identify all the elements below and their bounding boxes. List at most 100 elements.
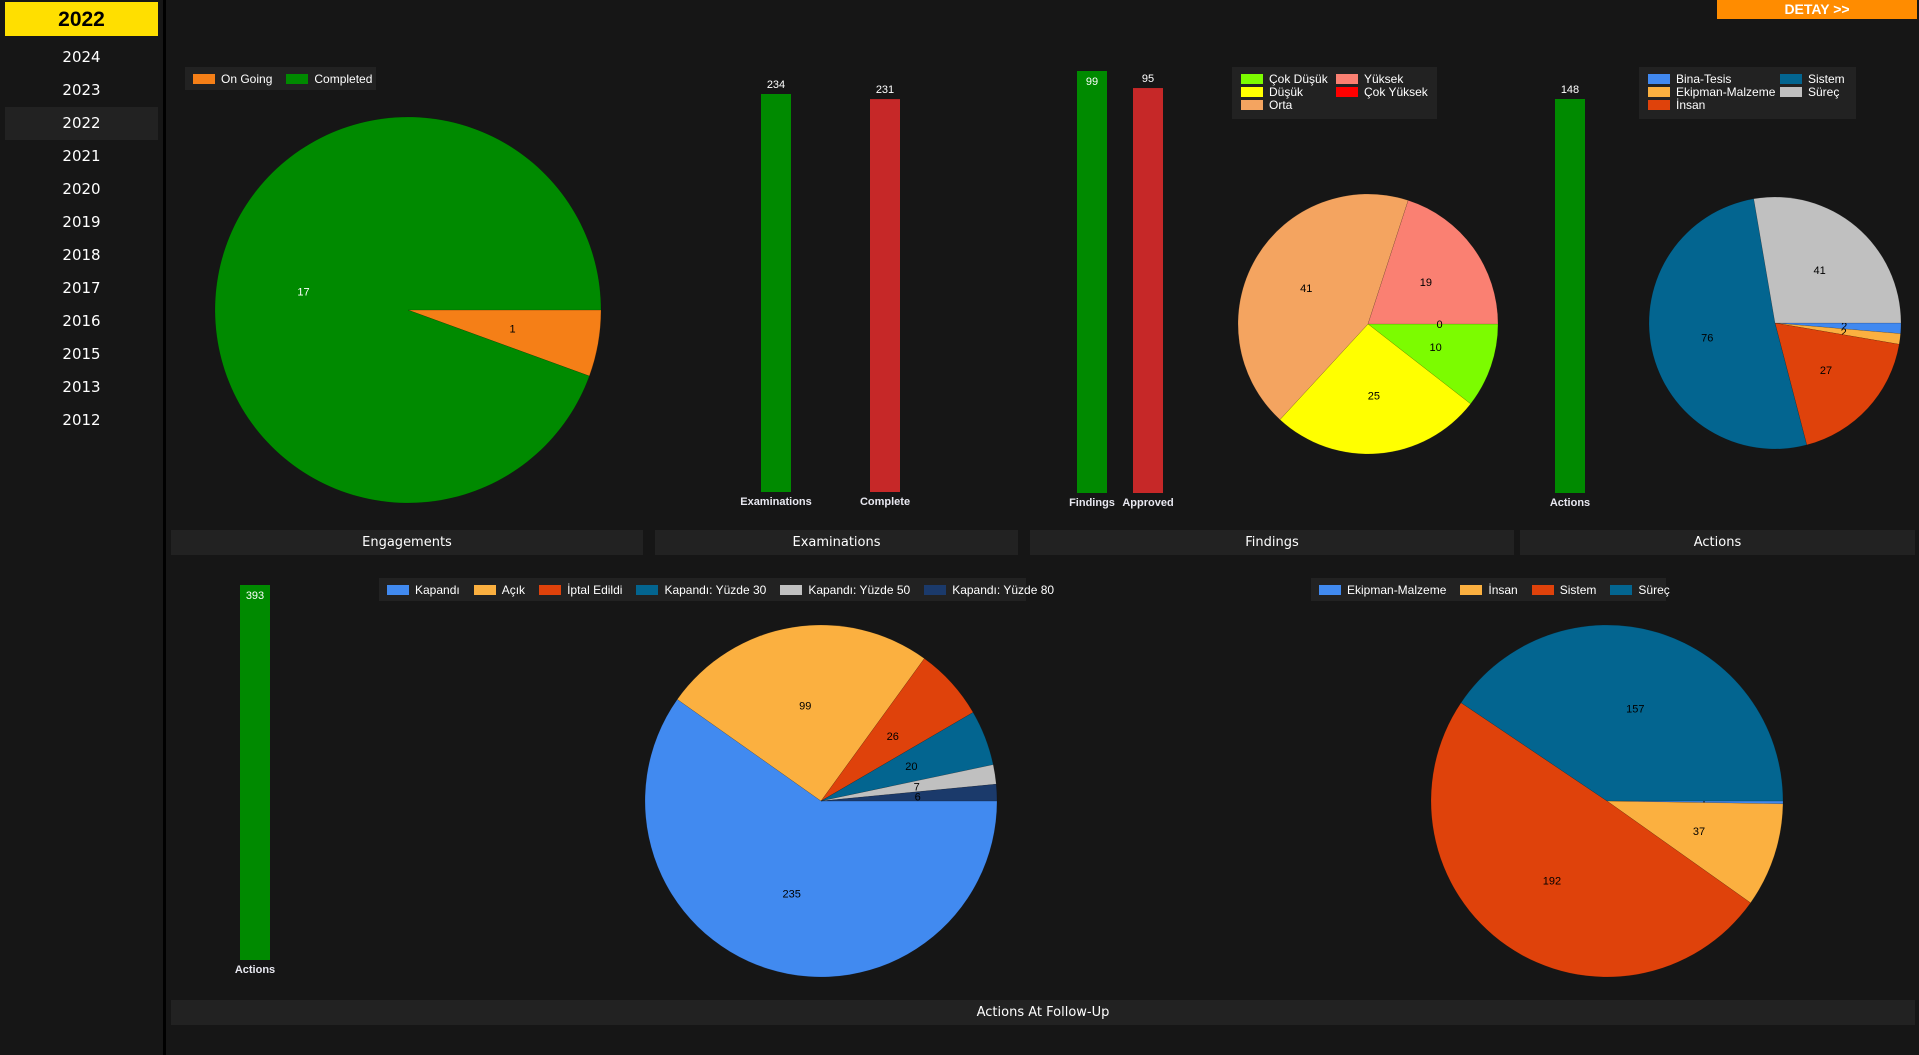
actions-pie-slice-4 — [1753, 196, 1902, 324]
actions-bar-bar-0 — [1555, 99, 1585, 493]
legend-swatch — [1319, 584, 1341, 595]
followup-bar-value-label: 393 — [246, 590, 264, 602]
actions-pie-slice-label: 76 — [1701, 333, 1713, 345]
followup-status-legend: Kapandı Açık İptal Edildi Kapandı: Yüzde 30… — [379, 578, 1054, 601]
findings-bar-category-label: Approved — [1122, 497, 1173, 509]
followup-status-pie: 23599262076 — [644, 624, 998, 978]
legend-swatch — [539, 584, 562, 595]
legend-label: Orta — [1269, 98, 1293, 112]
legend-swatch — [1531, 584, 1554, 595]
engagements-pie-legend-item: On Going — [193, 72, 272, 86]
legend-swatch — [1648, 100, 1670, 110]
findings-bar-bar-0 — [1077, 71, 1107, 493]
followup-status-pie-legend-item: Kapandı: Yüzde 50 — [780, 583, 910, 597]
section-header-follow-up: Actions At Follow-Up — [171, 1000, 1915, 1025]
examinations-bar-category-label: Examinations — [740, 496, 812, 508]
followup-category-pie-legend-item: Süreç — [1610, 582, 1670, 597]
followup-category-pie-slice-label: 192 — [1543, 876, 1561, 888]
legend-swatch — [1610, 584, 1633, 595]
legend-swatch — [1336, 74, 1358, 84]
legend-label: Kapandı: Yüzde 80 — [952, 582, 1055, 597]
findings-legend: Çok Düşük Düşük Orta Yüksek Çok Yüksek — [1232, 67, 1437, 119]
examinations-bar-bar-1 — [870, 99, 900, 492]
legend-swatch — [1780, 74, 1802, 84]
followup-status-pie-legend-item: Kapandı — [387, 583, 460, 597]
engagements-legend: On Going Completed — [185, 67, 376, 90]
findings-pie-slice-label: 41 — [1300, 283, 1312, 295]
followup-status-pie-legend-item: Açık — [473, 582, 526, 597]
legend-label: Kapandı — [415, 582, 460, 597]
dashboard-charts: 234 Examinations 231 Complete 99 Findings 95 Ap… — [214, 71, 1902, 978]
actions-legend: Bina-Tesis Ekipman-Malzeme İnsan Sistem Süre… — [1639, 67, 1856, 119]
followup-bar-category-label: Actions — [235, 964, 275, 976]
findings-bar-bar-1 — [1133, 88, 1163, 493]
actions-pie-legend-item: Bina-Tesis — [1648, 72, 1731, 86]
legend-label: Kapandı: Yüzde 30 — [664, 582, 767, 597]
actions-pie: 22277641 — [1648, 196, 1902, 450]
legend-swatch — [1648, 87, 1670, 97]
legend-label: On Going — [221, 71, 273, 86]
followup-category-pie: 137192157 — [1430, 624, 1784, 978]
legend-label: Sistem — [1559, 582, 1597, 597]
legend-label: İptal Edildi — [567, 582, 623, 597]
followup-status-pie-slice-label: 99 — [799, 700, 811, 712]
followup-category-pie-slice-label: 157 — [1626, 703, 1644, 715]
legend-label: Açık — [501, 582, 526, 597]
findings-pie-slice-label: 10 — [1430, 342, 1442, 354]
findings-pie-legend-item: Orta — [1241, 98, 1292, 112]
actions-bar: 148 Actions — [1550, 84, 1590, 509]
actions-pie-legend-item: İnsan — [1648, 98, 1705, 112]
followup-category-pie-legend-item: Ekipman-Malzeme — [1319, 583, 1446, 597]
legend-label: Düşük — [1269, 85, 1304, 99]
engagements-pie-legend-item: Completed — [286, 72, 372, 86]
followup-status-pie-slice-label: 6 — [915, 791, 921, 803]
examinations-bar-value-label: 231 — [876, 84, 894, 96]
followup-status-pie-legend-item: Kapandı: Yüzde 80 — [924, 583, 1054, 597]
legend-label: Süreç — [1808, 85, 1840, 99]
examinations-bar-category-label: Complete — [860, 496, 910, 508]
actions-pie-legend-item: Sistem — [1780, 72, 1845, 86]
followup-category-legend: Ekipman-Malzeme İnsan Sistem Süreç — [1311, 578, 1670, 601]
legend-swatch — [193, 73, 215, 84]
legend-label: İnsan — [1488, 582, 1518, 597]
legend-label: Sistem — [1808, 72, 1845, 86]
legend-swatch — [387, 584, 409, 595]
examinations-bar: 234 Examinations 231 Complete — [740, 79, 910, 508]
actions-bar-category-label: Actions — [1550, 497, 1590, 509]
legend-label: Süreç — [1638, 582, 1670, 597]
legend-label: Çok Düşük — [1269, 72, 1328, 86]
legend-swatch — [636, 584, 659, 595]
findings-bar: 99 Findings 95 Approved — [1069, 71, 1174, 509]
followup-status-pie-slice-label: 235 — [782, 888, 800, 900]
findings-pie-legend-item: Çok Düşük — [1241, 72, 1328, 86]
legend-label: Bina-Tesis — [1676, 72, 1732, 86]
legend-swatch — [1241, 74, 1263, 84]
legend-label: Ekipman-Malzeme — [1676, 85, 1776, 99]
followup-status-pie-legend-item: Kapandı: Yüzde 30 — [636, 583, 766, 597]
section-header-findings: Findings — [1030, 530, 1514, 555]
findings-pie-slice-label: 19 — [1420, 277, 1432, 289]
findings-bar-value-label: 99 — [1086, 76, 1098, 88]
legend-swatch — [1241, 87, 1263, 97]
actions-pie-slice-label: 27 — [1820, 365, 1832, 377]
followup-category-pie-slice-label: 37 — [1693, 826, 1705, 838]
findings-bar-category-label: Findings — [1069, 497, 1115, 509]
followup-category-pie-legend-item: Sistem — [1531, 582, 1597, 597]
legend-swatch — [1648, 74, 1670, 84]
engagements-pie-slice-1 — [214, 116, 602, 504]
findings-pie-legend-item: Çok Yüksek — [1336, 85, 1428, 99]
followup-status-pie-slice-label: 20 — [905, 761, 917, 773]
engagements-pie-slice-label: 17 — [297, 287, 309, 299]
examinations-bar-value-label: 234 — [767, 79, 785, 91]
examinations-bar-bar-0 — [761, 94, 791, 492]
engagements-pie-slice-label: 1 — [509, 323, 515, 335]
legend-label: Yüksek — [1364, 72, 1404, 86]
legend-label: İnsan — [1676, 98, 1706, 112]
findings-pie-slice-label: 25 — [1368, 390, 1380, 402]
legend-swatch — [1780, 87, 1802, 97]
followup-status-pie-legend-item: İptal Edildi — [539, 583, 622, 597]
actions-pie-legend-item: Ekipman-Malzeme — [1648, 85, 1775, 99]
actions-bar-value-label: 148 — [1561, 84, 1579, 96]
legend-swatch — [1460, 584, 1483, 595]
legend-swatch — [780, 584, 803, 595]
